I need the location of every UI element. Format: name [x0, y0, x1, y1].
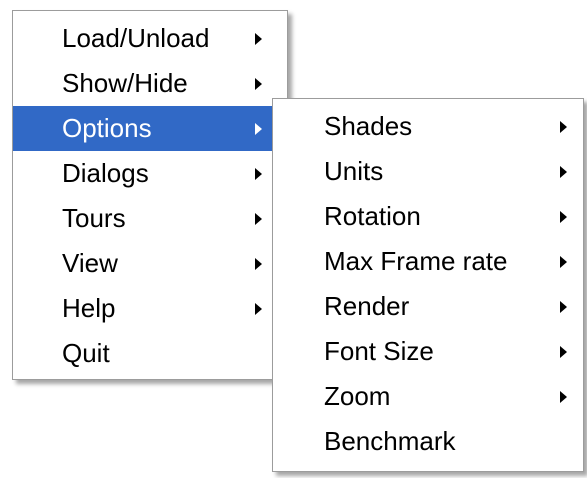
submenu-item-benchmark[interactable]: Benchmark — [273, 419, 583, 464]
menu-item-label: Help — [62, 293, 116, 323]
submenu-arrow-icon — [560, 165, 567, 178]
menu-item-label: Options — [62, 113, 152, 143]
submenu-arrow-icon — [255, 212, 262, 225]
menu-item-label: Quit — [62, 338, 110, 368]
submenu-item-zoom[interactable]: Zoom — [273, 374, 583, 419]
submenu-item-render[interactable]: Render — [273, 284, 583, 329]
submenu-arrow-icon — [255, 122, 262, 135]
menu-item-load-unload[interactable]: Load/Unload — [13, 16, 287, 61]
menu-item-show-hide[interactable]: Show/Hide — [13, 61, 287, 106]
submenu-arrow-icon — [560, 255, 567, 268]
main-context-menu: Load/Unload Show/Hide Options Dialogs To… — [12, 10, 288, 380]
menu-item-tours[interactable]: Tours — [13, 196, 287, 241]
submenu-arrow-icon — [255, 77, 262, 90]
options-submenu: Shades Units Rotation Max Frame rate Ren… — [272, 98, 584, 472]
menu-item-label: Show/Hide — [62, 68, 188, 98]
submenu-item-label: Units — [324, 156, 384, 186]
submenu-item-label: Rotation — [324, 201, 421, 231]
submenu-item-label: Font Size — [324, 336, 434, 366]
menu-item-label: View — [62, 248, 118, 278]
submenu-arrow-icon — [560, 120, 567, 133]
submenu-arrow-icon — [560, 300, 567, 313]
submenu-arrow-icon — [255, 257, 262, 270]
submenu-item-label: Benchmark — [324, 426, 456, 456]
submenu-item-label: Shades — [324, 111, 413, 141]
menu-item-label: Load/Unload — [62, 23, 210, 53]
submenu-item-units[interactable]: Units — [273, 149, 583, 194]
menu-item-view[interactable]: View — [13, 241, 287, 286]
submenu-arrow-icon — [560, 210, 567, 223]
submenu-arrow-icon — [255, 167, 262, 180]
menu-item-quit[interactable]: Quit — [13, 331, 287, 376]
submenu-arrow-icon — [560, 390, 567, 403]
submenu-arrow-icon — [255, 32, 262, 45]
submenu-arrow-icon — [560, 345, 567, 358]
menu-item-help[interactable]: Help — [13, 286, 287, 331]
menu-item-options[interactable]: Options — [13, 106, 287, 151]
submenu-item-max-frame-rate[interactable]: Max Frame rate — [273, 239, 583, 284]
menu-item-label: Tours — [62, 203, 126, 233]
menu-item-label: Dialogs — [62, 158, 149, 188]
submenu-item-label: Max Frame rate — [324, 246, 508, 276]
submenu-item-font-size[interactable]: Font Size — [273, 329, 583, 374]
submenu-item-label: Zoom — [324, 381, 391, 411]
submenu-item-shades[interactable]: Shades — [273, 104, 583, 149]
menu-item-dialogs[interactable]: Dialogs — [13, 151, 287, 196]
submenu-item-rotation[interactable]: Rotation — [273, 194, 583, 239]
submenu-arrow-icon — [255, 302, 262, 315]
submenu-item-label: Render — [324, 291, 410, 321]
